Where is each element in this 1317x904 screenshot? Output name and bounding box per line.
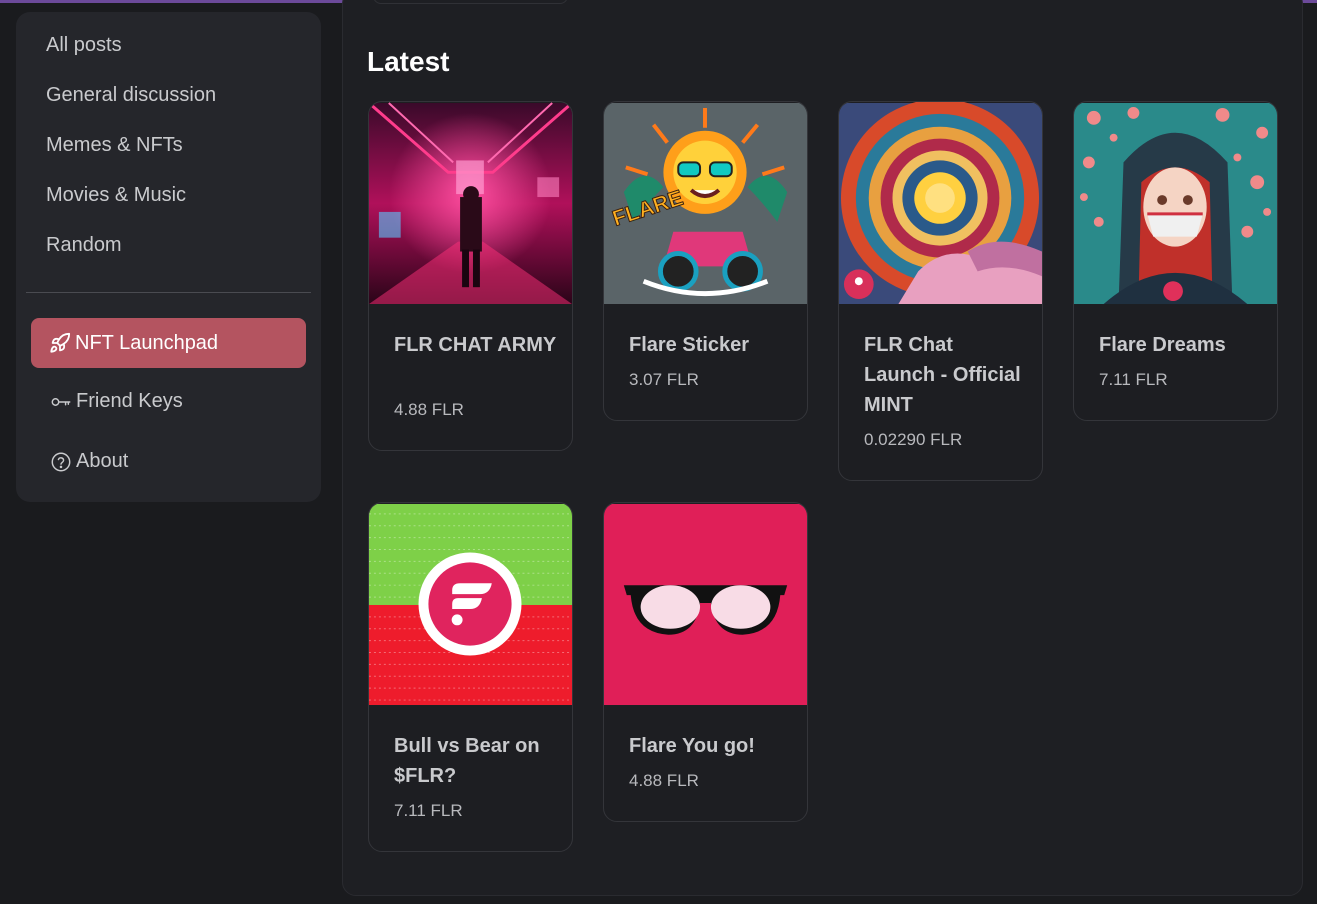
- nft-image-sun-sticker: FLARE: [604, 102, 807, 305]
- sidebar-divider: [26, 292, 311, 293]
- sidebar-item-friend-keys[interactable]: Friend Keys: [50, 390, 183, 413]
- section-title-latest: Latest: [367, 46, 450, 77]
- nft-card-price: 4.88 FLR: [629, 771, 699, 790]
- nft-image-swirl-sun: [839, 102, 1042, 305]
- sidebar-item-all-posts[interactable]: All posts: [46, 34, 122, 57]
- nft-card-title: Bull vs Bear on $FLR?: [394, 735, 540, 787]
- sidebar-item-about[interactable]: About: [50, 450, 128, 473]
- key-icon: [50, 391, 72, 413]
- nft-card-title: Flare Sticker: [629, 334, 750, 356]
- nft-image-sunglasses: [604, 503, 807, 706]
- rocket-icon: [49, 332, 71, 354]
- nft-image-cyber-city: [369, 102, 572, 305]
- nft-card-price: 7.11 FLR: [1099, 370, 1168, 389]
- sidebar-item-nft-launchpad[interactable]: NFT Launchpad: [31, 318, 306, 368]
- question-circle-icon: [50, 451, 72, 473]
- nft-launchpad-label: NFT Launchpad: [75, 331, 219, 354]
- nft-card-title: FLR CHAT ARMY: [394, 334, 557, 356]
- nft-card-title: Flare Dreams: [1099, 334, 1226, 356]
- sidebar-item-memes-nfts[interactable]: Memes & NFTs: [46, 134, 183, 157]
- about-label: About: [76, 450, 129, 472]
- nft-card[interactable]: FLR Chat Launch - Official MINT 0.02290 …: [838, 101, 1043, 481]
- friend-keys-label: Friend Keys: [76, 390, 183, 412]
- nft-image-flare-logo-split: [369, 503, 572, 706]
- nft-card-price: 0.02290 FLR: [864, 430, 963, 449]
- nft-card[interactable]: FLARE Flare Sticker 3.07 FLR: [603, 101, 808, 421]
- sidebar-item-movies-music[interactable]: Movies & Music: [46, 184, 186, 207]
- nft-card-title: FLR Chat Launch - Official MINT: [864, 334, 1021, 416]
- previous-card-edge: [373, 0, 568, 4]
- nft-card[interactable]: Flare You go! 4.88 FLR: [603, 502, 808, 822]
- nft-card[interactable]: Flare Dreams 7.11 FLR: [1073, 101, 1278, 421]
- nft-card[interactable]: FLR CHAT ARMY 4.88 FLR: [368, 101, 573, 451]
- sidebar: All posts General discussion Memes & NFT…: [16, 12, 321, 502]
- nft-card-price: 7.11 FLR: [394, 801, 463, 820]
- nft-image-hooded-girl: [1074, 102, 1277, 305]
- sidebar-item-random[interactable]: Random: [46, 234, 122, 257]
- nft-card-price: 4.88 FLR: [394, 400, 464, 419]
- nft-card-title: Flare You go!: [629, 735, 755, 757]
- nft-card[interactable]: Bull vs Bear on $FLR? 7.11 FLR: [368, 502, 573, 852]
- sidebar-item-general-discussion[interactable]: General discussion: [46, 84, 216, 107]
- nft-card-price: 3.07 FLR: [629, 370, 699, 389]
